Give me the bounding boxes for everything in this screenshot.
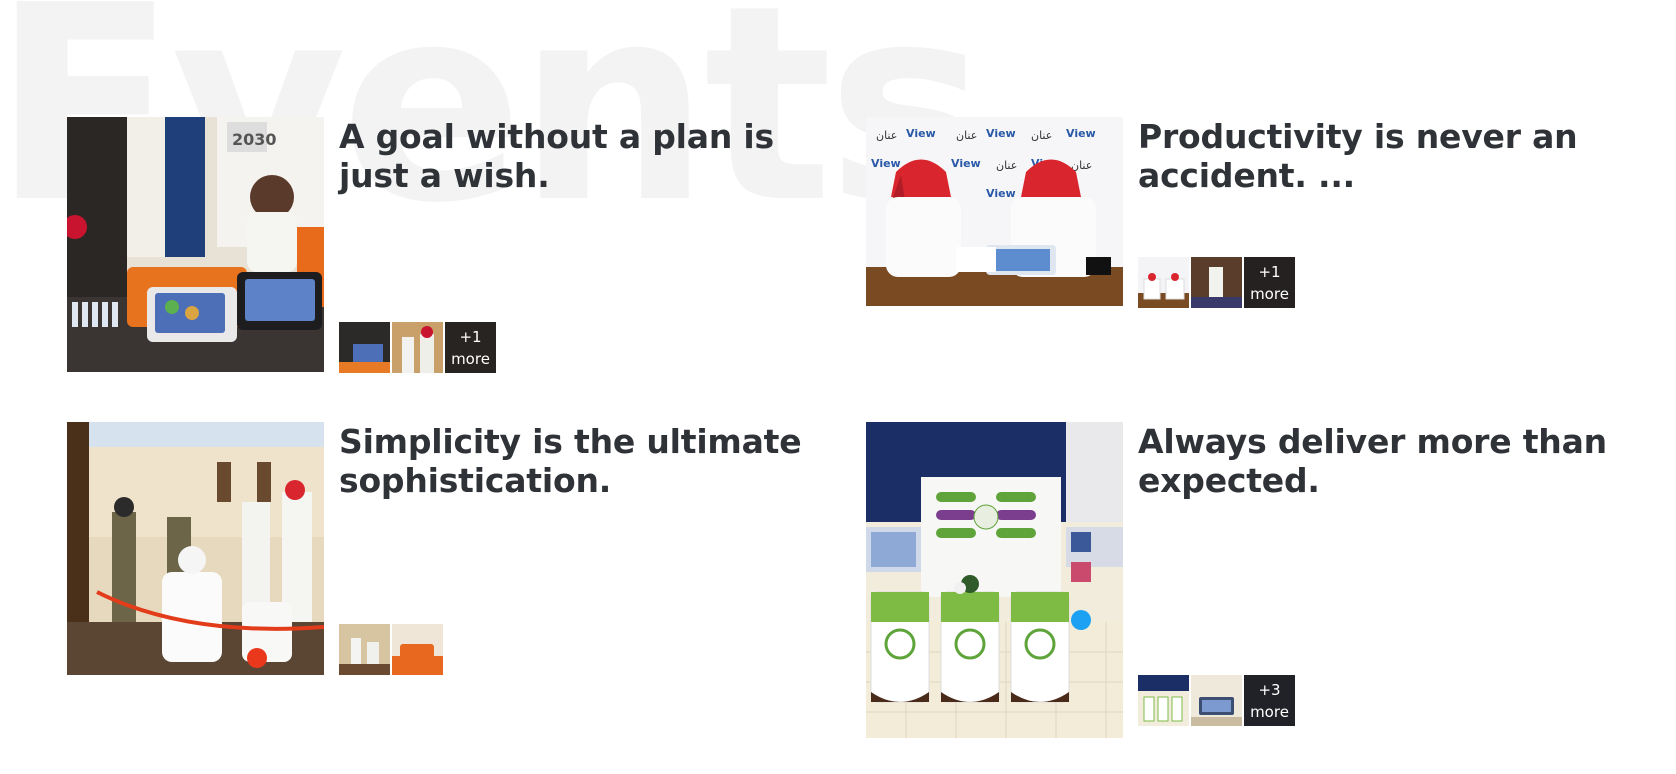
event-more-thumbnail[interactable]: +1 more — [445, 322, 496, 373]
svg-text:View: View — [951, 157, 981, 170]
more-count: +1 — [459, 327, 482, 346]
event-thumbnail[interactable] — [339, 624, 390, 675]
event-thumbnail[interactable] — [392, 322, 443, 373]
event-photo-3 — [67, 422, 324, 675]
thumbnail-image — [392, 322, 443, 373]
event-card-3: Simplicity is the ultimate sophisticatio… — [67, 422, 827, 680]
thumbnail-image — [1191, 675, 1242, 726]
svg-text:عنان: عنان — [1031, 129, 1052, 142]
thumbnail-image — [339, 322, 390, 373]
event-image-4[interactable] — [866, 422, 1123, 738]
svg-text:2030: 2030 — [232, 130, 277, 149]
more-overlay: +3 more — [1244, 675, 1295, 726]
more-count: +1 — [1258, 262, 1281, 281]
svg-text:عنان: عنان — [956, 129, 977, 142]
event-title-4[interactable]: Always deliver more than expected. — [1138, 422, 1618, 500]
more-overlay: +1 more — [1244, 257, 1295, 308]
more-label: more — [1250, 284, 1289, 303]
svg-text:View: View — [906, 127, 936, 140]
event-thumbnail[interactable] — [1191, 675, 1242, 726]
svg-text:عنان: عنان — [996, 159, 1017, 172]
svg-text:View: View — [986, 127, 1016, 140]
event-more-thumbnail[interactable]: +1 more — [1244, 257, 1295, 308]
event-more-thumbnail[interactable]: +3 more — [1244, 675, 1295, 726]
event-card-2: ViewViewView ViewViewView View عنانعنانع… — [866, 117, 1626, 317]
thumbnail-image — [392, 624, 443, 675]
event-photo-2: ViewViewView ViewViewView View عنانعنانع… — [866, 117, 1123, 306]
more-label: more — [451, 349, 490, 368]
event-card-1: 2030 A goal without a plan is just a wis… — [67, 117, 827, 375]
event-image-1[interactable]: 2030 — [67, 117, 324, 372]
more-count: +3 — [1258, 680, 1281, 699]
event-thumbnail[interactable] — [1191, 257, 1242, 308]
event-photo-4 — [866, 422, 1123, 738]
svg-text:عنان: عنان — [876, 129, 897, 142]
event-image-2[interactable]: ViewViewView ViewViewView View عنانعنانع… — [866, 117, 1123, 306]
event-card-4: Always deliver more than expected. +3 mo… — [866, 422, 1626, 742]
event-thumbnail[interactable] — [392, 624, 443, 675]
event-title-1[interactable]: A goal without a plan is just a wish. — [339, 117, 819, 195]
event-thumbnails-1: +1 more — [339, 322, 496, 373]
event-image-3[interactable] — [67, 422, 324, 675]
svg-text:View: View — [1066, 127, 1096, 140]
event-photo-1: 2030 — [67, 117, 324, 372]
event-thumbnail[interactable] — [1138, 257, 1189, 308]
events-page: Events 2030 A goal without a plan is jus… — [0, 0, 1676, 774]
event-thumbnails-4: +3 more — [1138, 675, 1295, 726]
event-title-2[interactable]: Productivity is never an accident. ... — [1138, 117, 1618, 195]
event-title-3[interactable]: Simplicity is the ultimate sophisticatio… — [339, 422, 819, 500]
event-thumbnail[interactable] — [339, 322, 390, 373]
svg-text:عنان: عنان — [1071, 159, 1092, 172]
thumbnail-image — [1191, 257, 1242, 308]
thumbnail-image — [1138, 675, 1189, 726]
thumbnail-image — [339, 624, 390, 675]
more-overlay: +1 more — [445, 322, 496, 373]
svg-text:View: View — [986, 187, 1016, 200]
thumbnail-image — [1138, 257, 1189, 308]
more-label: more — [1250, 702, 1289, 721]
event-thumbnails-2: +1 more — [1138, 257, 1295, 308]
event-thumbnail[interactable] — [1138, 675, 1189, 726]
event-thumbnails-3 — [339, 624, 443, 675]
svg-text:View: View — [871, 157, 901, 170]
